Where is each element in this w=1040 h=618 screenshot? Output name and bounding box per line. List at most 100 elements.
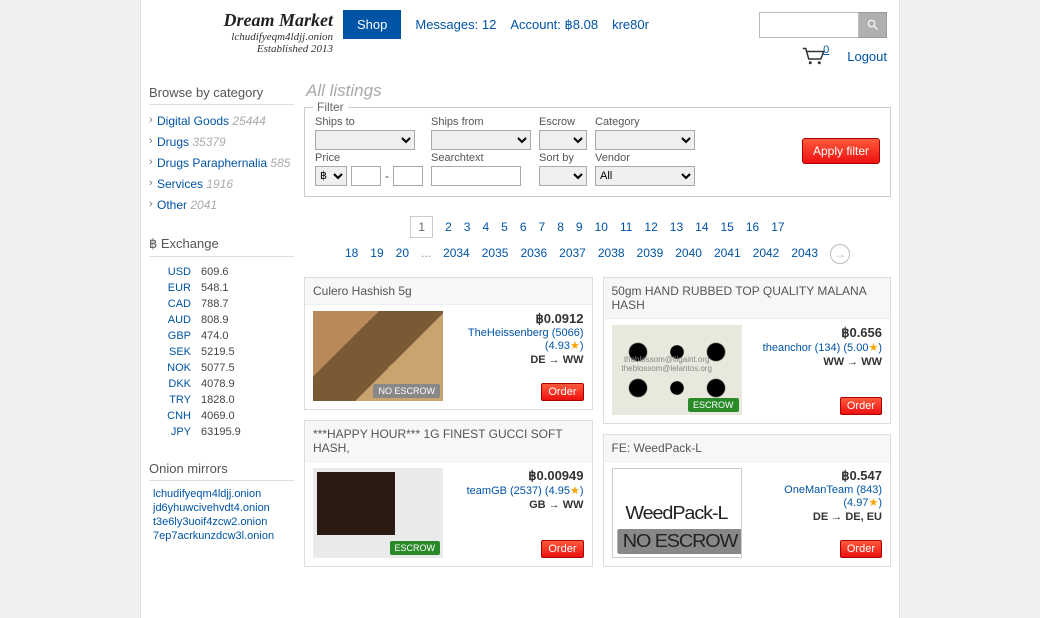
listing-vendor[interactable]: theanchor (134) (5.00 xyxy=(763,342,869,354)
order-button[interactable]: Order xyxy=(541,540,583,558)
page-link[interactable]: 9 xyxy=(576,220,583,234)
messages-link[interactable]: Messages: 12 xyxy=(415,17,496,32)
exchange-currency[interactable]: AUD xyxy=(168,314,191,326)
exchange-currency[interactable]: USD xyxy=(168,266,191,278)
exchange-rate: 1828.0 xyxy=(201,393,292,407)
category-link[interactable]: Services xyxy=(157,177,203,191)
listing-title[interactable]: Culero Hashish 5g xyxy=(305,278,592,305)
listing-title[interactable]: 50gm HAND RUBBED TOP QUALITY MALANA HASH xyxy=(604,278,891,319)
listing-title[interactable]: FE: WeedPack-L xyxy=(604,435,891,462)
page-link[interactable]: 2038 xyxy=(598,246,625,260)
price-min-input[interactable] xyxy=(351,166,381,186)
search-input[interactable] xyxy=(759,12,859,38)
listing-thumb[interactable]: NO ESCROW xyxy=(313,311,443,401)
ships-from-select[interactable] xyxy=(431,130,531,150)
sortby-select[interactable] xyxy=(539,166,587,186)
exchange-currency[interactable]: TRY xyxy=(169,394,191,406)
category-item[interactable]: Digital Goods 25444 xyxy=(149,111,294,132)
logout-link[interactable]: Logout xyxy=(847,49,887,64)
category-item[interactable]: Drugs Paraphernalia 585 xyxy=(149,153,294,174)
searchtext-input[interactable] xyxy=(431,166,521,186)
escrow-select[interactable] xyxy=(539,130,587,150)
listing-thumb[interactable]: WeedPack-LNO ESCROW xyxy=(612,468,742,558)
mirror-link[interactable]: 7ep7acrkunzdcw3l.onion xyxy=(153,530,274,542)
page-link[interactable]: 20 xyxy=(396,246,409,260)
page-link[interactable]: 2034 xyxy=(443,246,470,260)
search-button[interactable] xyxy=(859,12,887,38)
page-link[interactable]: 19 xyxy=(370,246,383,260)
exchange-currency[interactable]: CAD xyxy=(168,298,191,310)
page-link[interactable]: 6 xyxy=(520,220,527,234)
page-link[interactable]: 2041 xyxy=(714,246,741,260)
cart-link[interactable]: 0 xyxy=(801,47,833,65)
mirror-link[interactable]: lchudifyeqm4ldjj.onion xyxy=(153,488,261,500)
shop-button[interactable]: Shop xyxy=(343,10,401,39)
exchange-row: SEK 5219.5 xyxy=(151,345,292,359)
category-link[interactable]: Drugs xyxy=(157,135,189,149)
page-link[interactable]: 8 xyxy=(557,220,564,234)
exchange-rate: 548.1 xyxy=(201,281,292,295)
exchange-currency[interactable]: NOK xyxy=(167,362,191,374)
price-max-input[interactable] xyxy=(393,166,423,186)
page-link[interactable]: 4 xyxy=(482,220,489,234)
category-item[interactable]: Drugs 35379 xyxy=(149,132,294,153)
page-link[interactable]: 11 xyxy=(620,220,632,234)
listing-title[interactable]: ***HAPPY HOUR*** 1G FINEST GUCCI SOFT HA… xyxy=(305,421,592,462)
page-link[interactable]: 15 xyxy=(721,220,734,234)
page-link[interactable]: 3 xyxy=(464,220,471,234)
page-link[interactable]: 14 xyxy=(695,220,708,234)
exchange-currency[interactable]: SEK xyxy=(169,346,191,358)
category-item[interactable]: Other 2041 xyxy=(149,195,294,216)
category-link[interactable]: Other xyxy=(157,198,187,212)
exchange-currency[interactable]: CNH xyxy=(167,410,191,422)
exchange-currency[interactable]: EUR xyxy=(168,282,191,294)
page-next-arrow[interactable]: → xyxy=(830,244,850,264)
exchange-currency[interactable]: JPY xyxy=(171,426,191,438)
mirror-link[interactable]: jd6yhuwcivehvdt4.onion xyxy=(153,502,270,514)
exchange-currency[interactable]: DKK xyxy=(168,378,191,390)
page-link[interactable]: 12 xyxy=(644,220,657,234)
ships-to-select[interactable] xyxy=(315,130,415,150)
mirror-item: t3e6ly3uoif4zcw2.onion xyxy=(149,515,294,529)
category-link[interactable]: Digital Goods xyxy=(157,114,229,128)
order-button[interactable]: Order xyxy=(840,540,882,558)
category-link[interactable]: Drugs Paraphernalia xyxy=(157,156,267,170)
listing-vendor[interactable]: TheHeissenberg (5066) (4.93 xyxy=(468,327,584,352)
price-currency-select[interactable]: ฿ xyxy=(315,166,347,186)
category-item[interactable]: Services 1916 xyxy=(149,174,294,195)
brand-title: Dream Market xyxy=(153,10,333,31)
page-link[interactable]: 2036 xyxy=(520,246,547,260)
listing-price: ฿0.0912 xyxy=(451,311,584,327)
exchange-rate: 5219.5 xyxy=(201,345,292,359)
user-link[interactable]: kre80r xyxy=(612,17,649,32)
page-link[interactable]: 7 xyxy=(539,220,546,234)
listing-ship: GB → WW xyxy=(451,499,584,511)
page-link[interactable]: 13 xyxy=(670,220,683,234)
page-link[interactable]: 2042 xyxy=(753,246,780,260)
page-link[interactable]: 5 xyxy=(501,220,508,234)
category-select[interactable] xyxy=(595,130,695,150)
page-link[interactable]: 18 xyxy=(345,246,358,260)
listing-ship: DE → DE, EU xyxy=(750,511,883,523)
listing-vendor[interactable]: teamGB (2537) (4.95 xyxy=(467,485,570,497)
account-link[interactable]: Account: ฿8.08 xyxy=(510,17,598,33)
page-link[interactable]: 2 xyxy=(445,220,452,234)
page-link[interactable]: 2037 xyxy=(559,246,586,260)
page-link[interactable]: 2040 xyxy=(675,246,702,260)
order-button[interactable]: Order xyxy=(541,383,583,401)
page-link[interactable]: 2043 xyxy=(791,246,818,260)
mirror-link[interactable]: t3e6ly3uoif4zcw2.onion xyxy=(153,516,267,528)
exchange-row: JPY63195.9 xyxy=(151,425,292,439)
page-link[interactable]: 2039 xyxy=(637,246,664,260)
exchange-currency[interactable]: GBP xyxy=(168,330,191,342)
page-link[interactable]: 10 xyxy=(595,220,608,234)
listing-thumb[interactable]: theblossom@lilgaint.orgtheblossom@lelant… xyxy=(612,325,742,415)
page-link[interactable]: 17 xyxy=(771,220,784,234)
apply-filter-button[interactable]: Apply filter xyxy=(802,138,880,164)
page-link[interactable]: 2035 xyxy=(482,246,509,260)
vendor-select[interactable]: All xyxy=(595,166,695,186)
order-button[interactable]: Order xyxy=(840,397,882,415)
page-link[interactable]: 16 xyxy=(746,220,759,234)
listing-thumb[interactable]: ESCROW xyxy=(313,468,443,558)
exchange-rate: 4069.0 xyxy=(201,409,292,423)
